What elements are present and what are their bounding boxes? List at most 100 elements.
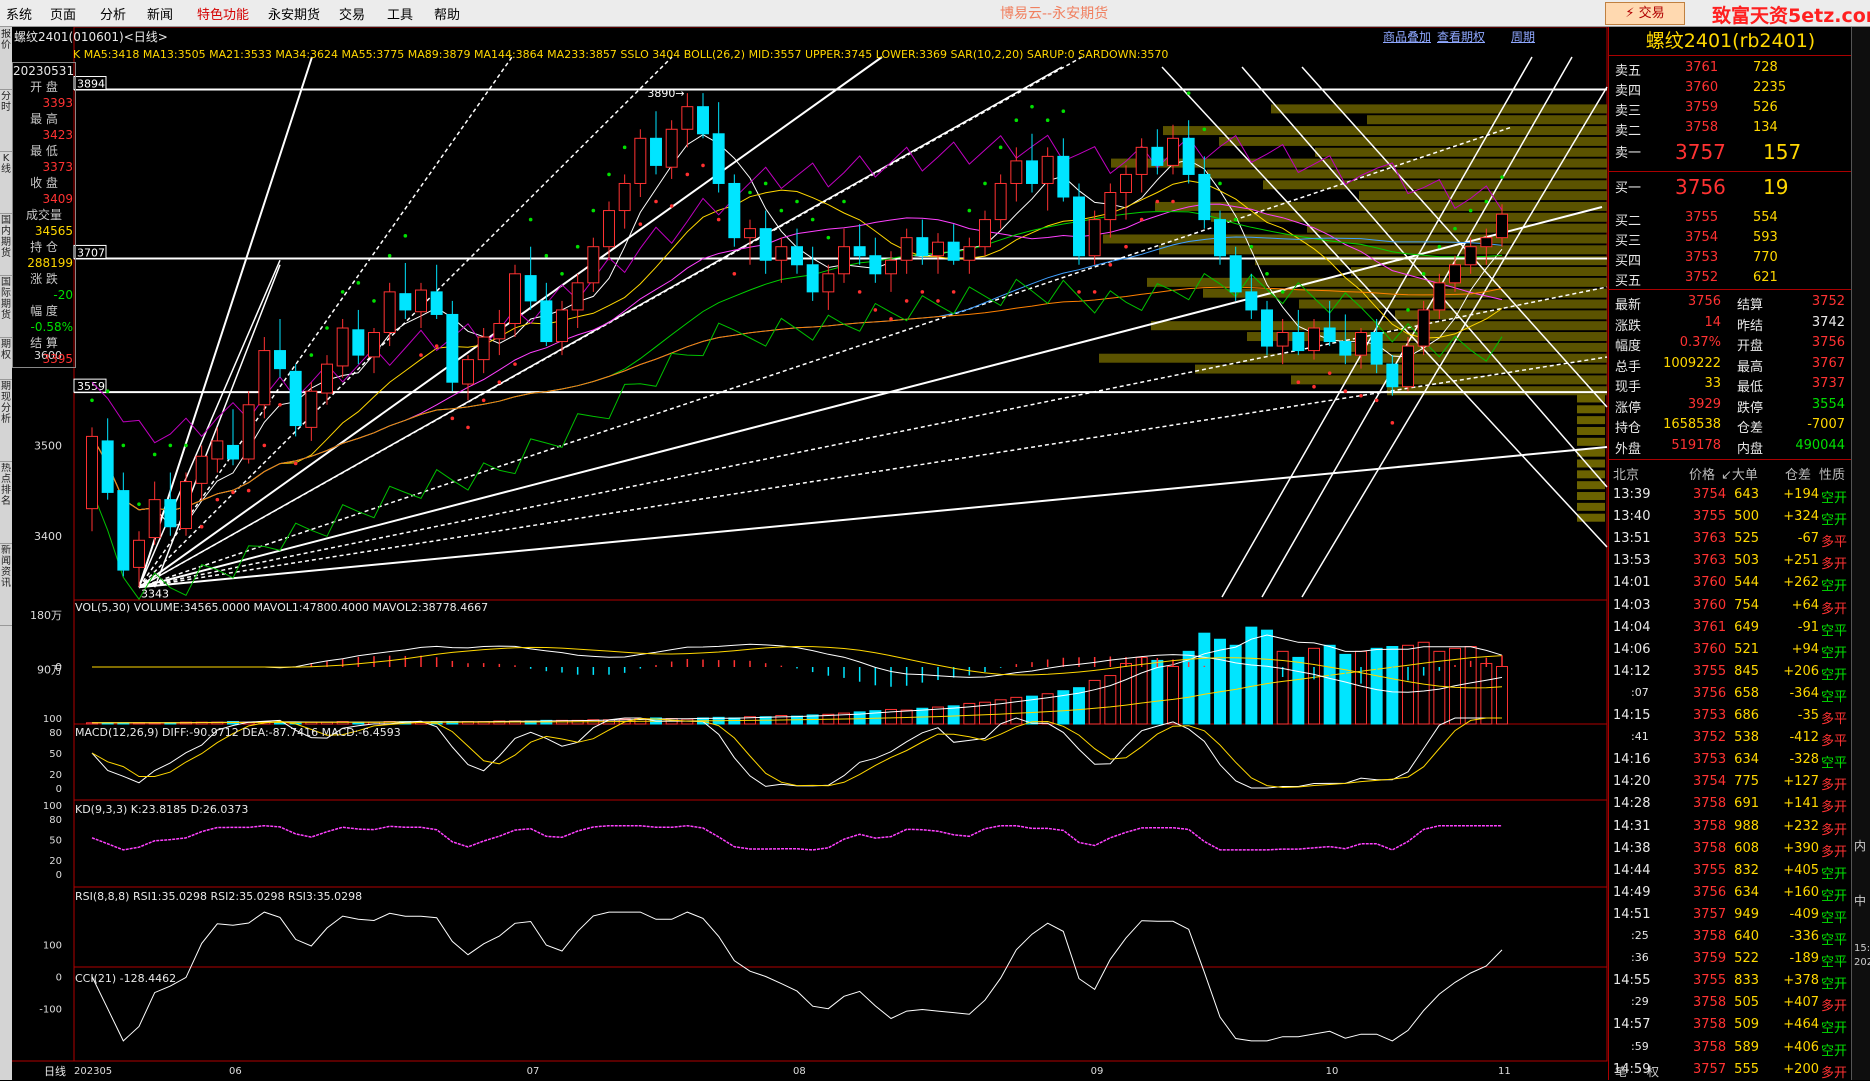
x-axis-label: 09 — [1091, 1066, 1104, 1077]
quote-price: 3761 — [1685, 60, 1719, 75]
ts-row[interactable]: 14:04 3761 649 -91 空平 — [1609, 617, 1852, 639]
sidebar-tab-options[interactable]: 期权 — [0, 339, 12, 380]
sidebar-tab-kline[interactable]: K线 — [0, 153, 12, 214]
overlay-link[interactable]: 商品叠加 — [1383, 28, 1431, 45]
menu-page[interactable]: 页面 — [50, 4, 76, 23]
ask-level-4[interactable]: 卖四 3760 2235 — [1613, 78, 1849, 99]
ts-row[interactable]: 13:51 3763 525 -67 多平 — [1609, 528, 1852, 550]
sar-dot — [1437, 244, 1442, 249]
ts-row[interactable]: 14:59 3757 555 +200 多开 — [1609, 1059, 1852, 1081]
ts-row[interactable]: :36 3759 522 -189 空平 — [1609, 948, 1852, 970]
ts-row[interactable]: 14:57 3758 509 +464 空开 — [1609, 1014, 1852, 1036]
ts-row[interactable]: :07 3756 658 -364 空平 — [1609, 683, 1852, 705]
ts-row[interactable]: 14:51 3757 949 -409 空平 — [1609, 904, 1852, 926]
divider — [1609, 459, 1852, 460]
ts-nature: 空开 — [1821, 1043, 1848, 1059]
ts-row[interactable]: 14:06 3760 521 +94 空开 — [1609, 639, 1852, 661]
info-label: 昨结 — [1737, 318, 1764, 334]
ts-price: 3760 — [1693, 641, 1727, 657]
bid-level-3[interactable]: 买三 3754 593 — [1613, 228, 1849, 249]
ts-row[interactable]: :25 3758 640 -336 空平 — [1609, 926, 1852, 948]
sidebar-tab-news[interactable]: 新闻资讯 — [0, 545, 12, 626]
info-label: 仓差 — [1737, 421, 1764, 436]
bid-level-4[interactable]: 买四 3753 770 — [1613, 248, 1849, 269]
ts-row[interactable]: 14:38 3758 608 +390 多开 — [1609, 838, 1852, 860]
menu-analysis[interactable]: 分析 — [100, 4, 126, 23]
kline-chart[interactable]: 3400350036003894370735593890→3343180万90万… — [12, 27, 1608, 1080]
ts-row[interactable]: 13:40 3755 500 +324 空开 — [1609, 506, 1852, 528]
ts-oi-change: +251 — [1783, 553, 1819, 569]
ts-row[interactable]: :59 3758 589 +406 空开 — [1609, 1037, 1852, 1059]
sidebar-tab-spot[interactable]: 期现分析 — [0, 381, 12, 462]
ts-row[interactable]: :41 3752 538 -412 多平 — [1609, 727, 1852, 749]
menu-yongan[interactable]: 永安期货 — [268, 4, 320, 23]
sidebar-tab-quote[interactable]: 报价 — [0, 29, 12, 90]
quote-volume: 621 — [1753, 270, 1778, 285]
sidebar-tab-international[interactable]: 国际期货 — [0, 277, 12, 338]
ask-level-5[interactable]: 卖五 3761 728 — [1613, 58, 1849, 79]
tab-ticks[interactable]: 笔 — [1615, 1063, 1627, 1080]
ts-row[interactable]: 14:28 3758 691 +141 多开 — [1609, 793, 1852, 815]
ask-level-2[interactable]: 卖二 3758 134 — [1613, 118, 1849, 139]
volume-profile-bar — [1299, 299, 1607, 309]
ts-row[interactable]: 13:39 3754 643 +194 空开 — [1609, 484, 1852, 506]
quote-row-label: 卖五 — [1615, 64, 1642, 79]
sidebar-tab-domestic[interactable]: 国内期货 — [0, 215, 12, 276]
ts-time: 14:16 — [1613, 752, 1651, 768]
view-options-link[interactable]: 查看期权 — [1437, 28, 1485, 45]
volume-profile-bar — [1203, 288, 1607, 298]
trade-button[interactable]: ⚡ 交易 — [1605, 2, 1685, 25]
rsi-indicator-label: RSI(8,8,8) RSI1:35.0298 RSI2:35.0298 RSI… — [75, 890, 363, 903]
ts-row[interactable]: :29 3758 505 +407 多开 — [1609, 992, 1852, 1014]
ts-volume: 503 — [1734, 553, 1759, 569]
quote-volume: 526 — [1753, 100, 1778, 115]
ask-level-3[interactable]: 卖三 3759 526 — [1613, 98, 1849, 119]
sar-dot — [90, 398, 94, 403]
ts-time: 14:03 — [1613, 597, 1651, 613]
ts-row[interactable]: 14:16 3753 634 -328 空平 — [1609, 749, 1852, 771]
volume-profile-bar — [1155, 201, 1607, 211]
menu-news[interactable]: 新闻 — [147, 4, 173, 23]
menu-trade[interactable]: 交易 — [339, 4, 365, 23]
cci-tick-label: 100 — [43, 940, 62, 951]
tab-rights[interactable]: 权 — [1647, 1063, 1659, 1080]
candle-body — [1041, 155, 1054, 184]
sidebar-tab-timeshare[interactable]: 分时 — [0, 91, 12, 152]
ts-row[interactable]: 14:12 3755 845 +206 空开 — [1609, 661, 1852, 683]
ts-price: 3752 — [1693, 730, 1727, 746]
ts-row[interactable]: 14:31 3758 988 +232 多开 — [1609, 816, 1852, 838]
stats-change: -20 — [53, 288, 73, 302]
ts-row[interactable]: 14:49 3756 634 +160 空开 — [1609, 882, 1852, 904]
menu-system[interactable]: 系统 — [6, 4, 32, 23]
bid-level-2[interactable]: 买二 3755 554 — [1613, 208, 1849, 229]
period-link[interactable]: 周期 — [1511, 28, 1535, 45]
quote-row-label: 卖三 — [1615, 104, 1642, 119]
info-value: 3767 — [1811, 355, 1845, 371]
ts-nature: 多开 — [1821, 601, 1848, 617]
menu-help[interactable]: 帮助 — [434, 4, 460, 23]
candle-body — [86, 435, 98, 510]
ts-row[interactable]: 14:44 3755 832 +405 空开 — [1609, 860, 1852, 882]
bid-level-1[interactable]: 买一 3756 19 — [1613, 175, 1849, 203]
quote-volume: 2235 — [1753, 80, 1787, 95]
candle-body — [853, 246, 866, 257]
ts-nature: 空开 — [1821, 667, 1848, 683]
ts-row[interactable]: 14:55 3755 833 +378 空开 — [1609, 970, 1852, 992]
sar-dot — [372, 299, 376, 303]
ask-level-1[interactable]: 卖一 3757 157 — [1613, 140, 1849, 168]
menu-tools[interactable]: 工具 — [387, 4, 413, 23]
period-type-label[interactable]: 日线 — [44, 1063, 66, 1079]
ts-row[interactable]: 14:03 3760 754 +64 多开 — [1609, 595, 1852, 617]
ts-row[interactable]: 14:15 3753 686 -35 多平 — [1609, 705, 1852, 727]
volume-profile-bar — [1577, 405, 1605, 414]
candle-body — [838, 246, 850, 275]
sidebar-tab-ranking[interactable]: 热点排名 — [0, 463, 12, 544]
pane-frame — [73, 799, 1608, 888]
ts-row[interactable]: 14:20 3754 775 +127 多开 — [1609, 771, 1852, 793]
menu-featured[interactable]: 特色功能 — [197, 4, 249, 23]
ts-row[interactable]: 13:53 3763 503 +251 多开 — [1609, 550, 1852, 572]
ts-row[interactable]: 14:01 3760 544 +262 空开 — [1609, 572, 1852, 594]
sar-dot — [1327, 371, 1332, 375]
bid-level-5[interactable]: 买五 3752 621 — [1613, 268, 1849, 289]
candle-body — [1417, 309, 1430, 347]
